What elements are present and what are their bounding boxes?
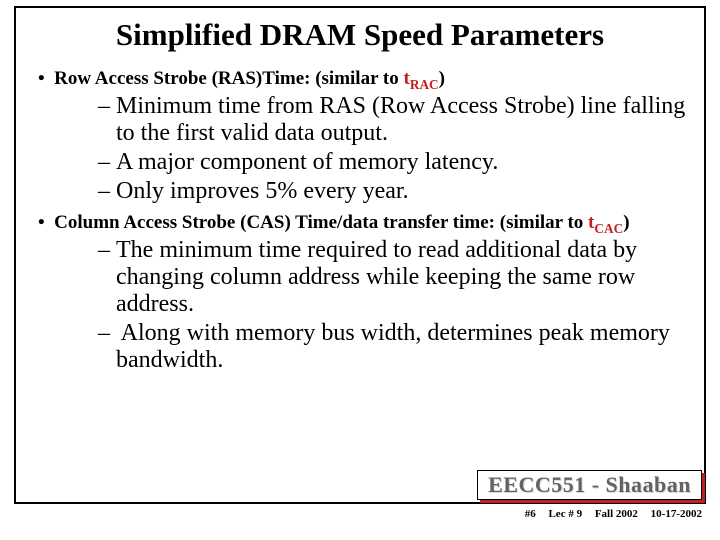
footer-term: Fall 2002 [595, 508, 638, 520]
footer-course-box: EECC551 - Shaaban [477, 470, 702, 500]
list-item: –Only improves 5% every year. [98, 178, 686, 205]
bullet-2-heading: • Column Access Strobe (CAS) Time/data t… [38, 212, 686, 235]
slide-frame: Simplified DRAM Speed Parameters • Row A… [14, 6, 706, 504]
list-item: –The minimum time required to read addit… [98, 237, 686, 318]
footer-course: EECC551 - Shaaban [488, 472, 691, 497]
slide-content: • Row Access Strobe (RAS)Time: (similar … [38, 68, 686, 373]
bullet-2-lead: Column Access Strobe (CAS) Time/data tra… [54, 212, 588, 233]
bullet-2-subitems: –The minimum time required to read addit… [98, 237, 686, 373]
bullet-1-heading: • Row Access Strobe (RAS)Time: (similar … [38, 68, 686, 91]
bullet-1-lead: Row Access Strobe (RAS)Time: (similar to [54, 68, 403, 89]
footer-page: #6 [525, 508, 536, 520]
bullet-2-term: tCAC [588, 212, 623, 233]
footer-meta: #6 Lec # 9 Fall 2002 10-17-2002 [515, 508, 702, 520]
bullet-1-subitems: –Minimum time from RAS (Row Access Strob… [98, 93, 686, 205]
list-item: – Along with memory bus width, determine… [98, 320, 686, 374]
bullet-1-term: tRAC [404, 68, 439, 89]
list-item: –A major component of memory latency. [98, 149, 686, 176]
footer-lec: Lec # 9 [548, 508, 582, 520]
footer-date: 10-17-2002 [651, 508, 702, 520]
slide-title: Simplified DRAM Speed Parameters [40, 18, 680, 52]
list-item: –Minimum time from RAS (Row Access Strob… [98, 93, 686, 147]
